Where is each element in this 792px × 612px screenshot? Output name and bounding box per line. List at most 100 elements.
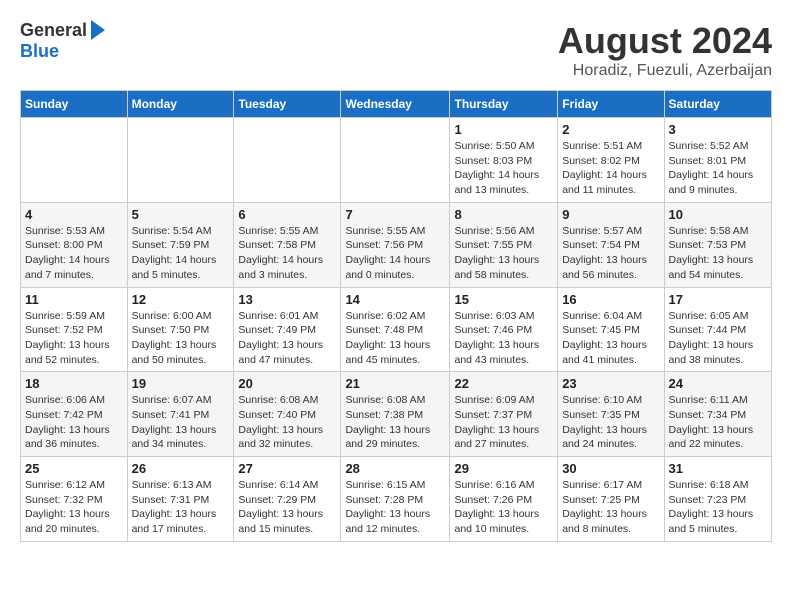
day-content: Sunrise: 5:54 AM Sunset: 7:59 PM Dayligh… (132, 224, 230, 283)
day-number: 8 (454, 207, 553, 222)
calendar-cell: 5 Sunrise: 5:54 AM Sunset: 7:59 PM Daylig… (127, 202, 234, 287)
calendar-header-row: SundayMondayTuesdayWednesdayThursdayFrid… (21, 91, 772, 118)
weekday-header: Saturday (664, 91, 771, 118)
calendar-cell: 30Sunrise: 6:17 AM Sunset: 7:25 PM Dayli… (558, 457, 664, 542)
calendar-cell: 20 Sunrise: 6:08 AM Sunset: 7:40 PM Dayli… (234, 372, 341, 457)
day-number: 24 (669, 376, 767, 391)
day-number: 9 (562, 207, 659, 222)
weekday-header: Monday (127, 91, 234, 118)
day-content: Sunrise: 6:03 AM Sunset: 7:46 PM Dayligh… (454, 309, 553, 368)
day-content: Sunrise: 5:56 AM Sunset: 7:55 PM Dayligh… (454, 224, 553, 283)
page-header: General Blue August 2024 Horadiz, Fuezul… (20, 20, 772, 80)
day-content: Sunrise: 5:51 AM Sunset: 8:02 PM Dayligh… (562, 139, 659, 198)
calendar-cell: 11 Sunrise: 5:59 AM Sunset: 7:52 PM Dayli… (21, 287, 128, 372)
day-number: 27 (238, 461, 336, 476)
calendar-week-row: 4 Sunrise: 5:53 AM Sunset: 8:00 PM Daylig… (21, 202, 772, 287)
day-number: 17 (669, 292, 767, 307)
day-number: 14 (345, 292, 445, 307)
title-area: August 2024 Horadiz, Fuezuli, Azerbaijan (558, 20, 772, 80)
day-content: Sunrise: 6:13 AM Sunset: 7:31 PM Dayligh… (132, 478, 230, 537)
day-number: 21 (345, 376, 445, 391)
calendar-cell: 14 Sunrise: 6:02 AM Sunset: 7:48 PM Dayli… (341, 287, 450, 372)
day-number: 29 (454, 461, 553, 476)
day-content: Sunrise: 6:12 AM Sunset: 7:32 PM Dayligh… (25, 478, 123, 537)
logo-arrow-icon (91, 20, 105, 40)
day-content: Sunrise: 6:17 AM Sunset: 7:25 PM Dayligh… (562, 478, 659, 537)
day-number: 10 (669, 207, 767, 222)
logo-general-text: General (20, 20, 87, 41)
calendar-body: 1Sunrise: 5:50 AM Sunset: 8:03 PM Daylig… (21, 118, 772, 542)
day-content: Sunrise: 5:58 AM Sunset: 7:53 PM Dayligh… (669, 224, 767, 283)
day-number: 6 (238, 207, 336, 222)
calendar-week-row: 18Sunrise: 6:06 AM Sunset: 7:42 PM Dayli… (21, 372, 772, 457)
calendar-cell: 4 Sunrise: 5:53 AM Sunset: 8:00 PM Daylig… (21, 202, 128, 287)
day-number: 16 (562, 292, 659, 307)
day-number: 28 (345, 461, 445, 476)
logo: General Blue (20, 20, 105, 62)
calendar-cell: 31Sunrise: 6:18 AM Sunset: 7:23 PM Dayli… (664, 457, 771, 542)
calendar-cell (234, 118, 341, 203)
calendar-cell: 28 Sunrise: 6:15 AM Sunset: 7:28 PM Dayli… (341, 457, 450, 542)
day-content: Sunrise: 5:59 AM Sunset: 7:52 PM Dayligh… (25, 309, 123, 368)
calendar-cell: 16Sunrise: 6:04 AM Sunset: 7:45 PM Dayli… (558, 287, 664, 372)
day-content: Sunrise: 6:08 AM Sunset: 7:38 PM Dayligh… (345, 393, 445, 452)
logo-blue-text: Blue (20, 41, 59, 62)
day-content: Sunrise: 5:52 AM Sunset: 8:01 PM Dayligh… (669, 139, 767, 198)
day-content: Sunrise: 6:01 AM Sunset: 7:49 PM Dayligh… (238, 309, 336, 368)
day-content: Sunrise: 6:15 AM Sunset: 7:28 PM Dayligh… (345, 478, 445, 537)
day-content: Sunrise: 5:53 AM Sunset: 8:00 PM Dayligh… (25, 224, 123, 283)
location-subtitle: Horadiz, Fuezuli, Azerbaijan (558, 62, 772, 80)
day-number: 2 (562, 122, 659, 137)
day-content: Sunrise: 6:10 AM Sunset: 7:35 PM Dayligh… (562, 393, 659, 452)
day-number: 1 (454, 122, 553, 137)
calendar-cell: 27 Sunrise: 6:14 AM Sunset: 7:29 PM Dayli… (234, 457, 341, 542)
day-number: 23 (562, 376, 659, 391)
calendar-cell: 8 Sunrise: 5:56 AM Sunset: 7:55 PM Daylig… (450, 202, 558, 287)
weekday-header: Friday (558, 91, 664, 118)
weekday-header: Wednesday (341, 91, 450, 118)
day-number: 4 (25, 207, 123, 222)
day-number: 20 (238, 376, 336, 391)
calendar-cell: 15 Sunrise: 6:03 AM Sunset: 7:46 PM Dayli… (450, 287, 558, 372)
day-content: Sunrise: 6:02 AM Sunset: 7:48 PM Dayligh… (345, 309, 445, 368)
calendar-cell: 29 Sunrise: 6:16 AM Sunset: 7:26 PM Dayli… (450, 457, 558, 542)
day-content: Sunrise: 6:11 AM Sunset: 7:34 PM Dayligh… (669, 393, 767, 452)
day-content: Sunrise: 5:57 AM Sunset: 7:54 PM Dayligh… (562, 224, 659, 283)
weekday-header: Sunday (21, 91, 128, 118)
day-content: Sunrise: 6:09 AM Sunset: 7:37 PM Dayligh… (454, 393, 553, 452)
day-number: 25 (25, 461, 123, 476)
calendar-cell: 22Sunrise: 6:09 AM Sunset: 7:37 PM Dayli… (450, 372, 558, 457)
calendar-cell: 24 Sunrise: 6:11 AM Sunset: 7:34 PM Dayli… (664, 372, 771, 457)
calendar-cell: 25 Sunrise: 6:12 AM Sunset: 7:32 PM Dayli… (21, 457, 128, 542)
calendar-week-row: 11 Sunrise: 5:59 AM Sunset: 7:52 PM Dayli… (21, 287, 772, 372)
calendar-cell: 21 Sunrise: 6:08 AM Sunset: 7:38 PM Dayli… (341, 372, 450, 457)
calendar-week-row: 25 Sunrise: 6:12 AM Sunset: 7:32 PM Dayli… (21, 457, 772, 542)
day-content: Sunrise: 6:07 AM Sunset: 7:41 PM Dayligh… (132, 393, 230, 452)
day-content: Sunrise: 5:55 AM Sunset: 7:56 PM Dayligh… (345, 224, 445, 283)
day-number: 15 (454, 292, 553, 307)
weekday-header: Thursday (450, 91, 558, 118)
calendar-cell: 18Sunrise: 6:06 AM Sunset: 7:42 PM Dayli… (21, 372, 128, 457)
day-content: Sunrise: 6:08 AM Sunset: 7:40 PM Dayligh… (238, 393, 336, 452)
day-number: 11 (25, 292, 123, 307)
calendar-cell (341, 118, 450, 203)
calendar-cell: 19 Sunrise: 6:07 AM Sunset: 7:41 PM Dayli… (127, 372, 234, 457)
day-content: Sunrise: 5:55 AM Sunset: 7:58 PM Dayligh… (238, 224, 336, 283)
day-content: Sunrise: 6:00 AM Sunset: 7:50 PM Dayligh… (132, 309, 230, 368)
calendar-cell: 23 Sunrise: 6:10 AM Sunset: 7:35 PM Dayli… (558, 372, 664, 457)
calendar-week-row: 1Sunrise: 5:50 AM Sunset: 8:03 PM Daylig… (21, 118, 772, 203)
day-content: Sunrise: 6:16 AM Sunset: 7:26 PM Dayligh… (454, 478, 553, 537)
calendar-cell: 26 Sunrise: 6:13 AM Sunset: 7:31 PM Dayli… (127, 457, 234, 542)
day-number: 19 (132, 376, 230, 391)
day-number: 5 (132, 207, 230, 222)
calendar-cell: 6 Sunrise: 5:55 AM Sunset: 7:58 PM Daylig… (234, 202, 341, 287)
day-number: 26 (132, 461, 230, 476)
calendar-cell: 12 Sunrise: 6:00 AM Sunset: 7:50 PM Dayli… (127, 287, 234, 372)
calendar-cell: 17Sunrise: 6:05 AM Sunset: 7:44 PM Dayli… (664, 287, 771, 372)
day-number: 3 (669, 122, 767, 137)
calendar-cell (127, 118, 234, 203)
day-content: Sunrise: 6:14 AM Sunset: 7:29 PM Dayligh… (238, 478, 336, 537)
day-number: 31 (669, 461, 767, 476)
calendar-cell: 13Sunrise: 6:01 AM Sunset: 7:49 PM Dayli… (234, 287, 341, 372)
day-number: 12 (132, 292, 230, 307)
